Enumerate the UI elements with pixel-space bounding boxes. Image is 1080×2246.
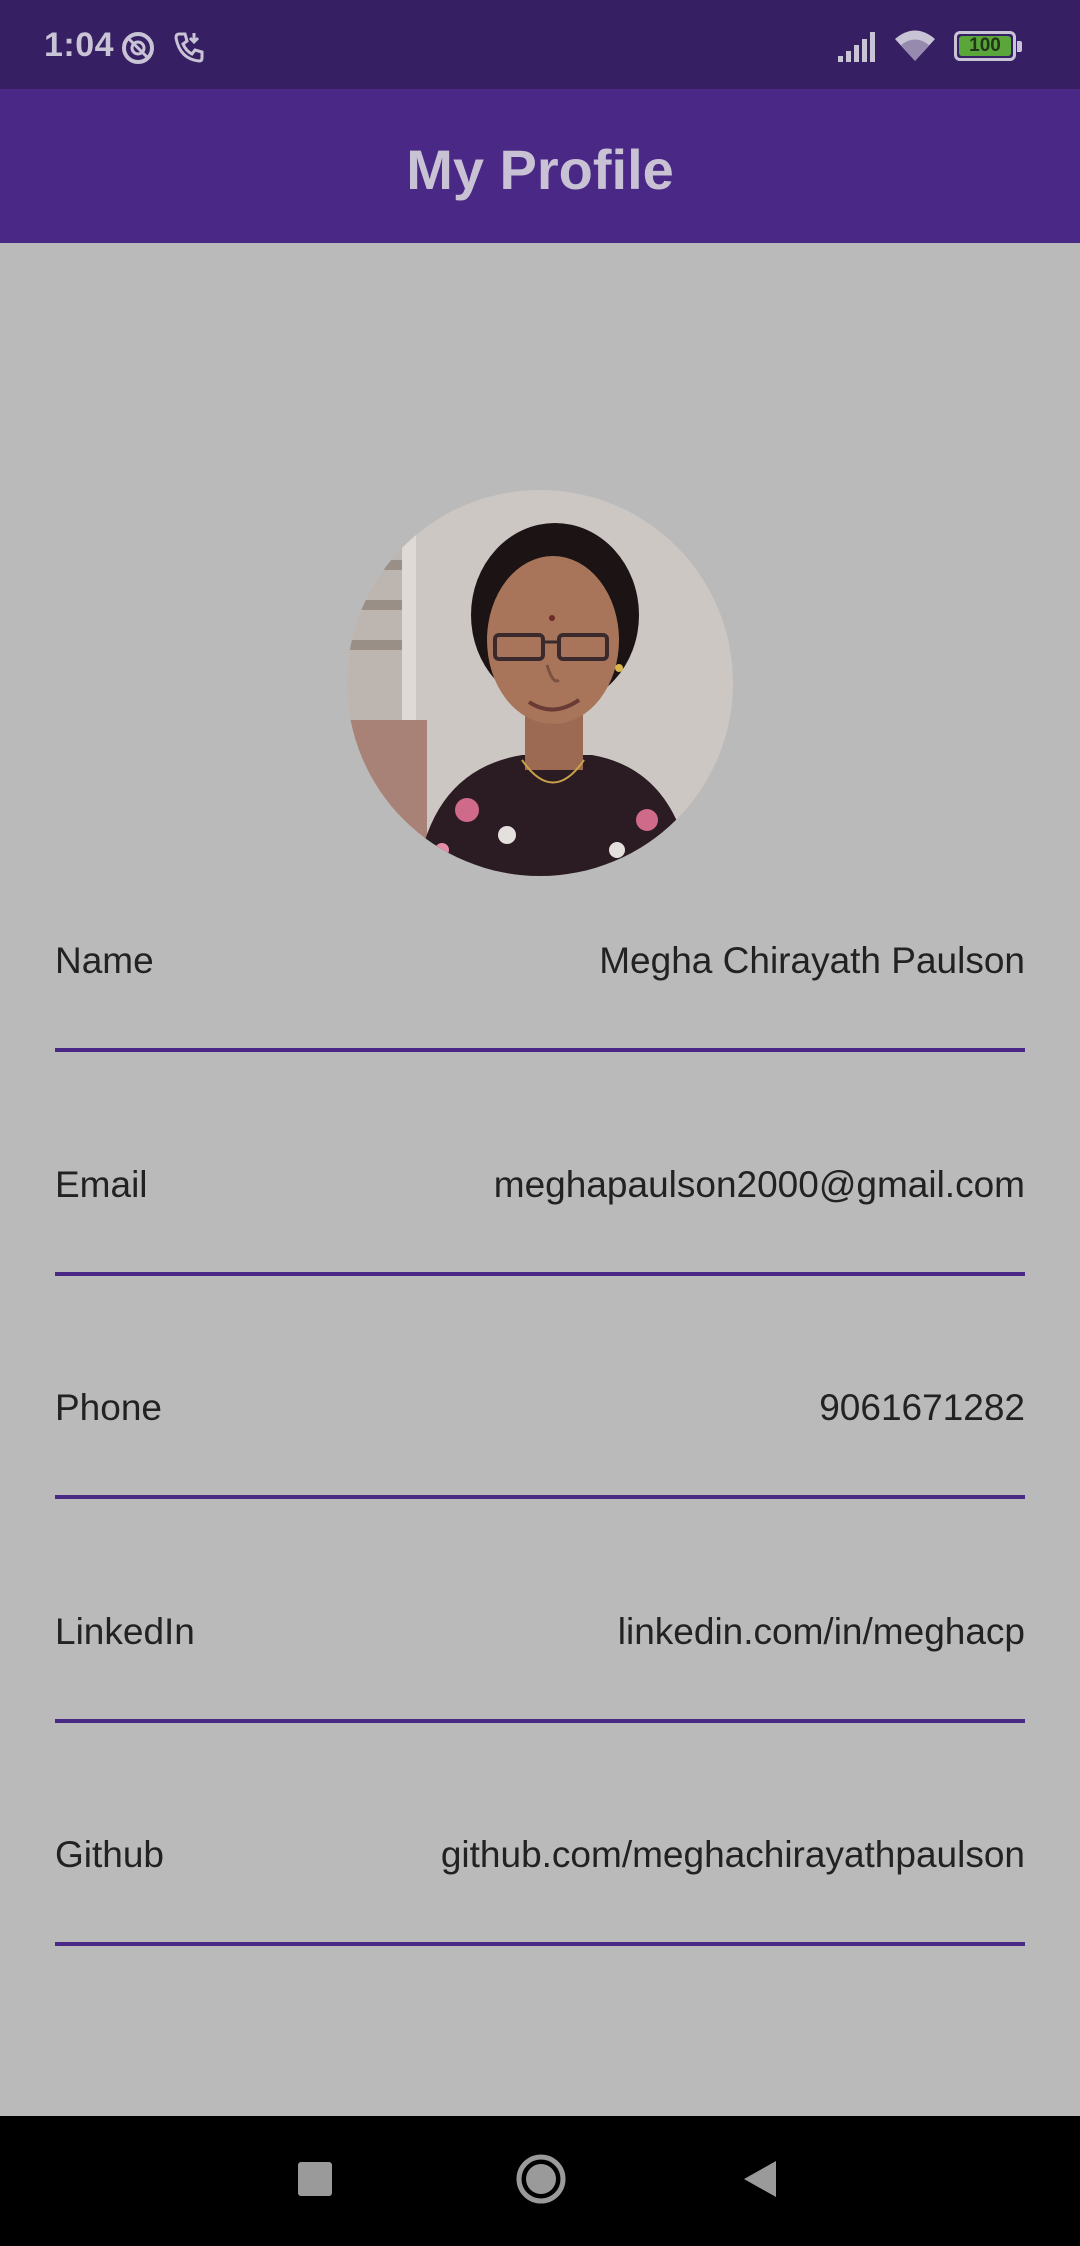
battery-icon: 100	[954, 31, 1022, 61]
field-email: Email meghapaulson2000@gmail.com	[55, 1164, 1025, 1276]
field-value: 9061671282	[819, 1387, 1025, 1428]
field-label: Phone	[55, 1387, 162, 1428]
recents-button[interactable]	[296, 2160, 336, 2200]
app-bar: My Profile	[0, 89, 1080, 243]
avatar	[347, 490, 733, 876]
field-value: github.com/meghachirayathpaulson	[440, 1834, 1025, 1875]
call-icon	[174, 32, 204, 63]
field-value: linkedin.com/in/meghacp	[617, 1611, 1025, 1652]
battery-level: 100	[969, 35, 1001, 56]
divider	[55, 1719, 1025, 1723]
status-bar: 1:04 100	[0, 0, 1080, 89]
profile-photo	[347, 490, 733, 876]
status-time: 1:04	[44, 26, 115, 64]
field-linkedin: LinkedIn linkedin.com/in/meghacp	[55, 1611, 1025, 1723]
field-value: Megha Chirayath Paulson	[599, 940, 1025, 981]
divider	[55, 1048, 1025, 1052]
field-label: LinkedIn	[55, 1611, 195, 1652]
field-label: Github	[55, 1834, 165, 1875]
home-button[interactable]	[514, 2152, 568, 2206]
field-github: Github github.com/meghachirayathpaulson	[55, 1834, 1025, 1946]
divider	[55, 1942, 1025, 1946]
field-value: meghapaulson2000@gmail.com	[493, 1164, 1025, 1205]
field-label: Name	[55, 940, 154, 981]
do-not-disturb-icon	[122, 32, 154, 64]
back-button[interactable]	[740, 2158, 780, 2200]
field-name: Name Megha Chirayath Paulson	[55, 940, 1025, 1052]
wifi-icon	[895, 30, 935, 61]
profile-content: Name Megha Chirayath Paulson Email megha…	[0, 243, 1080, 2116]
divider	[55, 1495, 1025, 1499]
navigation-bar	[0, 2116, 1080, 2246]
page-title: My Profile	[406, 138, 674, 201]
signal-icon	[838, 32, 875, 62]
field-label: Email	[55, 1164, 148, 1205]
divider	[55, 1272, 1025, 1276]
field-phone: Phone 9061671282	[55, 1387, 1025, 1499]
